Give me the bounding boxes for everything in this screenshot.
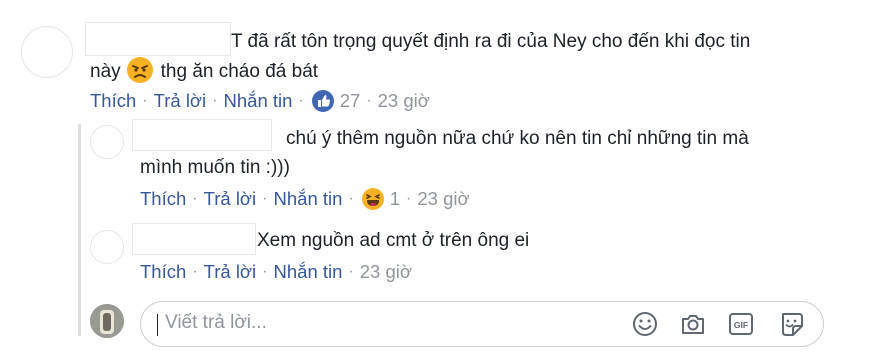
- separator-dot: ·: [192, 190, 198, 207]
- comment-time[interactable]: 23 giờ: [378, 90, 430, 112]
- emoji-icon[interactable]: [631, 310, 659, 338]
- reply-input-box[interactable]: Viết trả lời... GIF: [140, 301, 824, 347]
- gif-icon[interactable]: GIF: [727, 310, 755, 338]
- reply2-author-redacted[interactable]: [132, 223, 256, 255]
- separator-dot: ·: [406, 190, 412, 207]
- separator-dot: ·: [212, 92, 218, 109]
- reply1-actions: Thích · Trả lời · Nhắn tin · 1 · 23 giờ: [140, 187, 470, 211]
- main-comment-text-line2: này thg ăn cháo đá bát: [90, 57, 318, 87]
- main-comment-avatar[interactable]: [21, 26, 73, 78]
- reply1-text-line2: mình muốn tin :))): [140, 157, 290, 178]
- like-link[interactable]: Thích: [140, 261, 186, 283]
- main-comment-text-line1: T đã rất tôn trọng quyết định ra đi của …: [231, 31, 751, 52]
- reply-thread-line: [78, 124, 81, 336]
- main-comment-actions: Thích · Trả lời · Nhắn tin · 27 · 23 giờ: [90, 89, 430, 113]
- main-comment-author-redacted[interactable]: [85, 22, 231, 56]
- separator-dot: ·: [366, 92, 372, 109]
- text-caret: [157, 314, 158, 336]
- reply1-avatar[interactable]: [90, 125, 124, 159]
- main-comment-text-line2-before: này: [90, 61, 121, 82]
- comment-time[interactable]: 23 giờ: [417, 188, 469, 210]
- reply1-text-line1: chú ý thêm nguồn nữa chứ ko nên tin chỉ …: [286, 128, 749, 149]
- reply2-avatar[interactable]: [90, 230, 124, 264]
- haha-reaction-icon[interactable]: [361, 188, 384, 210]
- reply-input-placeholder[interactable]: Viết trả lời...: [165, 312, 267, 334]
- separator-dot: ·: [298, 92, 304, 109]
- like-link[interactable]: Thích: [140, 188, 186, 210]
- separator-dot: ·: [262, 190, 268, 207]
- separator-dot: ·: [142, 92, 148, 109]
- like-link[interactable]: Thích: [90, 90, 136, 112]
- separator-dot: ·: [192, 263, 198, 280]
- reply1-author-redacted[interactable]: [132, 119, 272, 151]
- reaction-count[interactable]: 1: [390, 188, 400, 210]
- message-link[interactable]: Nhắn tin: [224, 90, 293, 112]
- reply-link[interactable]: Trả lời: [204, 188, 257, 210]
- camera-icon[interactable]: [679, 310, 707, 338]
- separator-dot: ·: [348, 263, 354, 280]
- main-comment-text-line2-after: thg ăn cháo đá bát: [160, 61, 319, 82]
- message-link[interactable]: Nhắn tin: [274, 261, 343, 283]
- reaction-count[interactable]: 27: [340, 90, 361, 112]
- svg-text:GIF: GIF: [734, 320, 748, 330]
- sticker-icon[interactable]: [777, 310, 805, 338]
- reply2-actions: Thích · Trả lời · Nhắn tin · 23 giờ: [140, 260, 412, 284]
- current-user-avatar[interactable]: [90, 304, 124, 338]
- reply2-text-line1: Xem nguồn ad cmt ở trên ông ei: [257, 230, 530, 251]
- separator-dot: ·: [262, 263, 268, 280]
- reply-link[interactable]: Trả lời: [154, 90, 207, 112]
- like-reaction-icon[interactable]: [311, 90, 334, 112]
- message-link[interactable]: Nhắn tin: [274, 188, 343, 210]
- separator-dot: ·: [348, 190, 354, 207]
- angry-emoji-icon: [126, 57, 153, 83]
- comment-time[interactable]: 23 giờ: [360, 261, 412, 283]
- reply-link[interactable]: Trả lời: [204, 261, 257, 283]
